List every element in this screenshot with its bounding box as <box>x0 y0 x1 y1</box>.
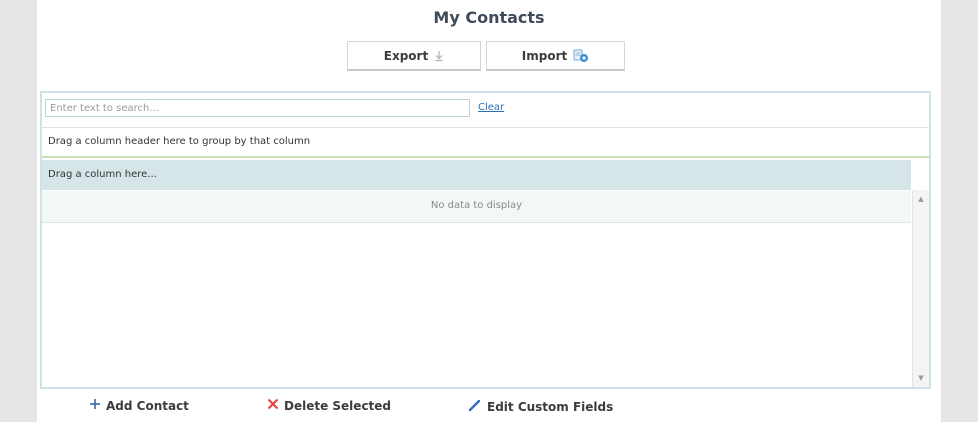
edit-custom-fields-label: Edit Custom Fields <box>487 399 614 414</box>
scroll-up-arrow-icon[interactable]: ▲ <box>913 192 929 206</box>
import-button[interactable]: Import <box>486 41 625 71</box>
clear-link[interactable]: Clear <box>478 102 504 113</box>
export-label: Export <box>383 48 429 63</box>
pencil-icon <box>468 398 482 415</box>
add-contact-label: Add Contact <box>106 398 189 413</box>
page-title: My Contacts <box>433 8 545 27</box>
vertical-scrollbar[interactable]: ▲ ▼ <box>912 190 929 387</box>
group-by-panel[interactable]: Drag a column header here to group by th… <box>42 128 929 158</box>
search-input[interactable] <box>45 99 470 117</box>
import-label: Import <box>521 48 568 63</box>
empty-message: No data to display <box>42 191 911 223</box>
export-button[interactable]: Export <box>347 41 481 71</box>
page: My Contacts Export Import Enter text to … <box>0 0 978 422</box>
delete-selected-label: Delete Selected <box>284 398 392 413</box>
column-header-drop-zone[interactable]: Drag a column here... <box>42 160 911 190</box>
search-row: Clear <box>42 93 929 128</box>
add-contact-button[interactable]: Add Contact <box>89 398 189 413</box>
delete-selected-button[interactable]: Delete Selected <box>267 398 391 413</box>
download-icon <box>434 50 444 62</box>
contacts-grid: Clear Drag a column header here to group… <box>40 91 931 389</box>
edit-custom-fields-button[interactable]: Edit Custom Fields <box>468 398 613 415</box>
import-icon <box>573 49 589 63</box>
close-icon <box>267 398 279 413</box>
bottom-actions: Add Contact Delete Selected Edit Custom … <box>37 395 941 419</box>
plus-icon <box>89 398 101 413</box>
contacts-panel: My Contacts Export Import Enter text to … <box>37 0 941 422</box>
scroll-down-arrow-icon[interactable]: ▼ <box>913 371 929 385</box>
